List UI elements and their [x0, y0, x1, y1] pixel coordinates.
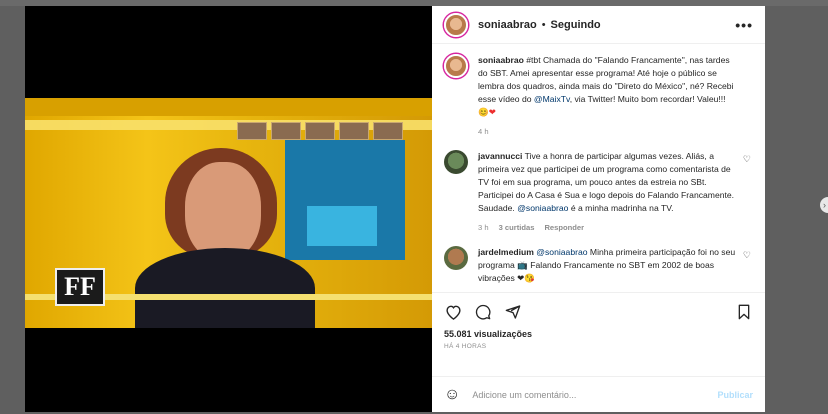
caption-author-avatar[interactable] — [444, 54, 468, 78]
post-side-panel: soniaabrao • Seguindo ••• soniaabrao #tb… — [432, 6, 765, 412]
comment-mention-link[interactable]: @soniaabrao — [536, 247, 587, 257]
commenter-avatar[interactable] — [444, 246, 468, 270]
video-thumbnail — [339, 122, 369, 140]
post-header: soniaabrao • Seguindo ••• — [432, 6, 765, 44]
commenter-avatar[interactable] — [444, 150, 468, 174]
video-thumbnail — [237, 122, 267, 140]
caption-username[interactable]: soniaabrao — [478, 55, 524, 65]
action-icons — [444, 301, 753, 323]
bookmark-icon[interactable] — [735, 303, 753, 321]
view-count[interactable]: 55.081 visualizações — [444, 329, 753, 339]
caption-time[interactable]: 4 h — [478, 125, 489, 138]
post-timestamp[interactable]: HÁ 4 HORAS — [444, 343, 753, 350]
caption-entry: soniaabrao #tbt Chamada do "Falando Fran… — [444, 54, 753, 138]
post-actions: 55.081 visualizações HÁ 4 HORAS — [432, 292, 765, 376]
comment-composer: ☺ Publicar — [432, 376, 765, 412]
chevron-right-icon[interactable]: › — [820, 197, 828, 213]
comments-list[interactable]: soniaabrao #tbt Chamada do "Falando Fran… — [432, 44, 765, 292]
reply-button[interactable]: Responder — [544, 221, 584, 234]
comment-time[interactable]: 3 h — [478, 221, 489, 234]
video-thumbnail — [373, 122, 403, 140]
video-top-strip — [25, 98, 432, 116]
video-player[interactable]: FF — [25, 6, 432, 412]
header-separator: • — [541, 18, 546, 31]
video-presenter-body — [135, 248, 315, 328]
heart-icon[interactable] — [444, 303, 462, 321]
smile-icon[interactable]: ☺ — [444, 386, 460, 404]
comment-item: jardelmedium @soniaabrao Minha primeira … — [444, 246, 753, 285]
author-username[interactable]: soniaabrao — [478, 19, 537, 31]
more-options-icon[interactable]: ••• — [735, 17, 753, 33]
comment-like-icon[interactable]: ♡ — [743, 250, 751, 261]
following-button[interactable]: Seguindo — [551, 19, 601, 31]
share-icon[interactable] — [504, 303, 522, 321]
comment-icon[interactable] — [474, 303, 492, 321]
video-tv-screen-inner — [307, 206, 377, 246]
video-thumbnail — [271, 122, 301, 140]
comment-text-end: é a minha madrinha na TV. — [568, 203, 674, 213]
publish-button[interactable]: Publicar — [717, 390, 753, 400]
comment-username[interactable]: javannucci — [478, 151, 522, 161]
author-avatar[interactable] — [444, 12, 468, 37]
caption-mention-link[interactable]: @MaixTv — [534, 94, 570, 104]
comment-input[interactable] — [472, 389, 718, 400]
caption-text-end: , via Twitter! Muito bom recordar! Valeu… — [569, 94, 726, 104]
video-presenter-face — [185, 162, 261, 260]
video-ribbon — [25, 120, 432, 130]
caption-emojis: 😊❤ — [478, 107, 496, 117]
comment-mention-link[interactable]: @soniaabrao — [517, 203, 568, 213]
comment-like-icon[interactable]: ♡ — [743, 154, 751, 165]
video-thumbnail — [305, 122, 335, 140]
comment-item: javannucci Tive a honra de participar al… — [444, 150, 753, 234]
post-modal: FF soniaabrao • Seguindo ••• soniaabrao … — [25, 6, 765, 412]
show-logo: FF — [55, 268, 105, 306]
comment-username[interactable]: jardelmedium — [478, 247, 534, 257]
video-frame[interactable]: FF — [25, 98, 432, 328]
comment-likes[interactable]: 3 curtidas — [499, 221, 535, 234]
